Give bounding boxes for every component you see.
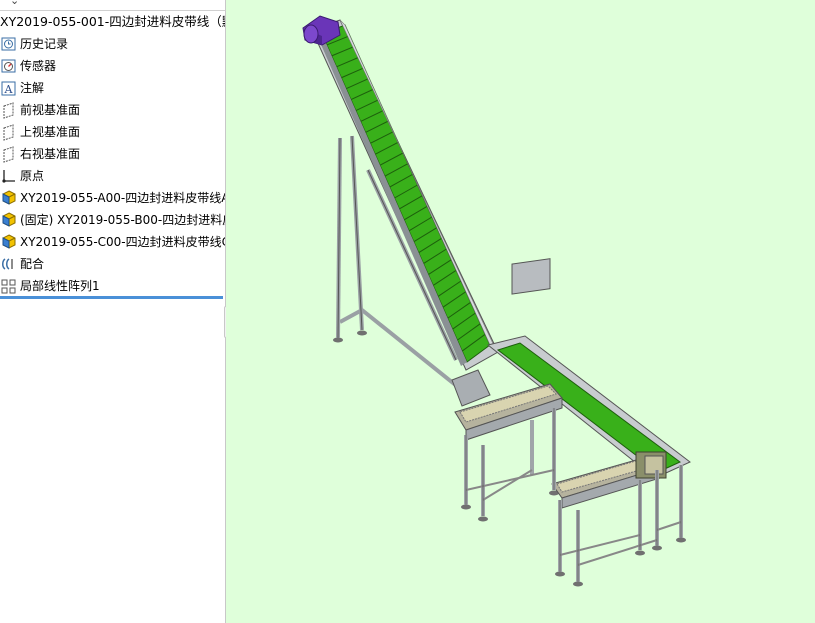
svg-text:A: A — [4, 83, 14, 96]
plane-icon — [3, 146, 14, 163]
tree-root-label[interactable]: XY2019-055-001-四边封进料皮带线（默认 — [0, 12, 225, 32]
tree-item-label: 右视基准面 — [20, 147, 81, 161]
plane-icon — [3, 102, 14, 119]
tree-item-label: 注解 — [20, 81, 45, 95]
tree-item-label: 传感器 — [20, 59, 57, 73]
tree-item-assembly-a[interactable]: XY2019-055-A00-四边封进料皮带线A — [0, 187, 225, 209]
tree-item-top-plane[interactable]: 上视基准面 — [0, 121, 225, 143]
rollback-bar[interactable] — [0, 296, 223, 299]
chevron-down-icon[interactable]: ⌄ — [10, 0, 19, 7]
tree-item-label: 原点 — [20, 169, 45, 183]
mates-icon — [2, 258, 13, 270]
tree-toolbar: ⌄ — [0, 0, 225, 11]
tree-item-linear-pattern[interactable]: 局部线性阵列1 — [0, 275, 225, 297]
annotation-icon: A — [1, 81, 16, 96]
tree-item-label: 前视基准面 — [20, 103, 81, 117]
tree-item-origin[interactable]: 原点 — [0, 165, 225, 187]
tree-item-assembly-c[interactable]: XY2019-055-C00-四边封进料皮带线C — [0, 231, 225, 253]
assembly-icon — [2, 190, 16, 205]
origin-icon — [2, 170, 15, 183]
tree-item-label: 上视基准面 — [20, 125, 81, 139]
tree-item-right-plane[interactable]: 右视基准面 — [0, 143, 225, 165]
tree-item-label: 配合 — [20, 257, 45, 271]
tree-item-front-plane[interactable]: 前视基准面 — [0, 99, 225, 121]
assembly-icon — [2, 212, 16, 227]
graphics-viewport[interactable] — [226, 0, 815, 623]
tree-item-assembly-b[interactable]: (固定) XY2019-055-B00-四边封进料皮 — [0, 209, 225, 231]
assembly-icon — [2, 234, 16, 249]
tree-item-label: XY2019-055-C00-四边封进料皮带线C — [20, 235, 226, 249]
plane-icon — [3, 124, 14, 141]
tree-item-label: XY2019-055-A00-四边封进料皮带线A — [20, 191, 226, 205]
history-icon — [1, 37, 16, 51]
tree-item-annotations[interactable]: A 注解 — [0, 77, 225, 99]
tree-item-label: (固定) XY2019-055-B00-四边封进料皮 — [20, 213, 226, 227]
tree-item-history[interactable]: 历史记录 — [0, 33, 225, 55]
linear-pattern-icon — [1, 279, 16, 294]
tree-item-label: 局部线性阵列1 — [20, 279, 100, 293]
tree-item-label: 历史记录 — [20, 37, 69, 51]
tree-item-sensors[interactable]: 传感器 — [0, 55, 225, 77]
tree-item-mates[interactable]: 配合 — [0, 253, 225, 275]
sensor-icon — [1, 59, 16, 73]
feature-manager-tree: ⌄ XY2019-055-001-四边封进料皮带线（默认 历史记录 传感器 A … — [0, 0, 226, 623]
